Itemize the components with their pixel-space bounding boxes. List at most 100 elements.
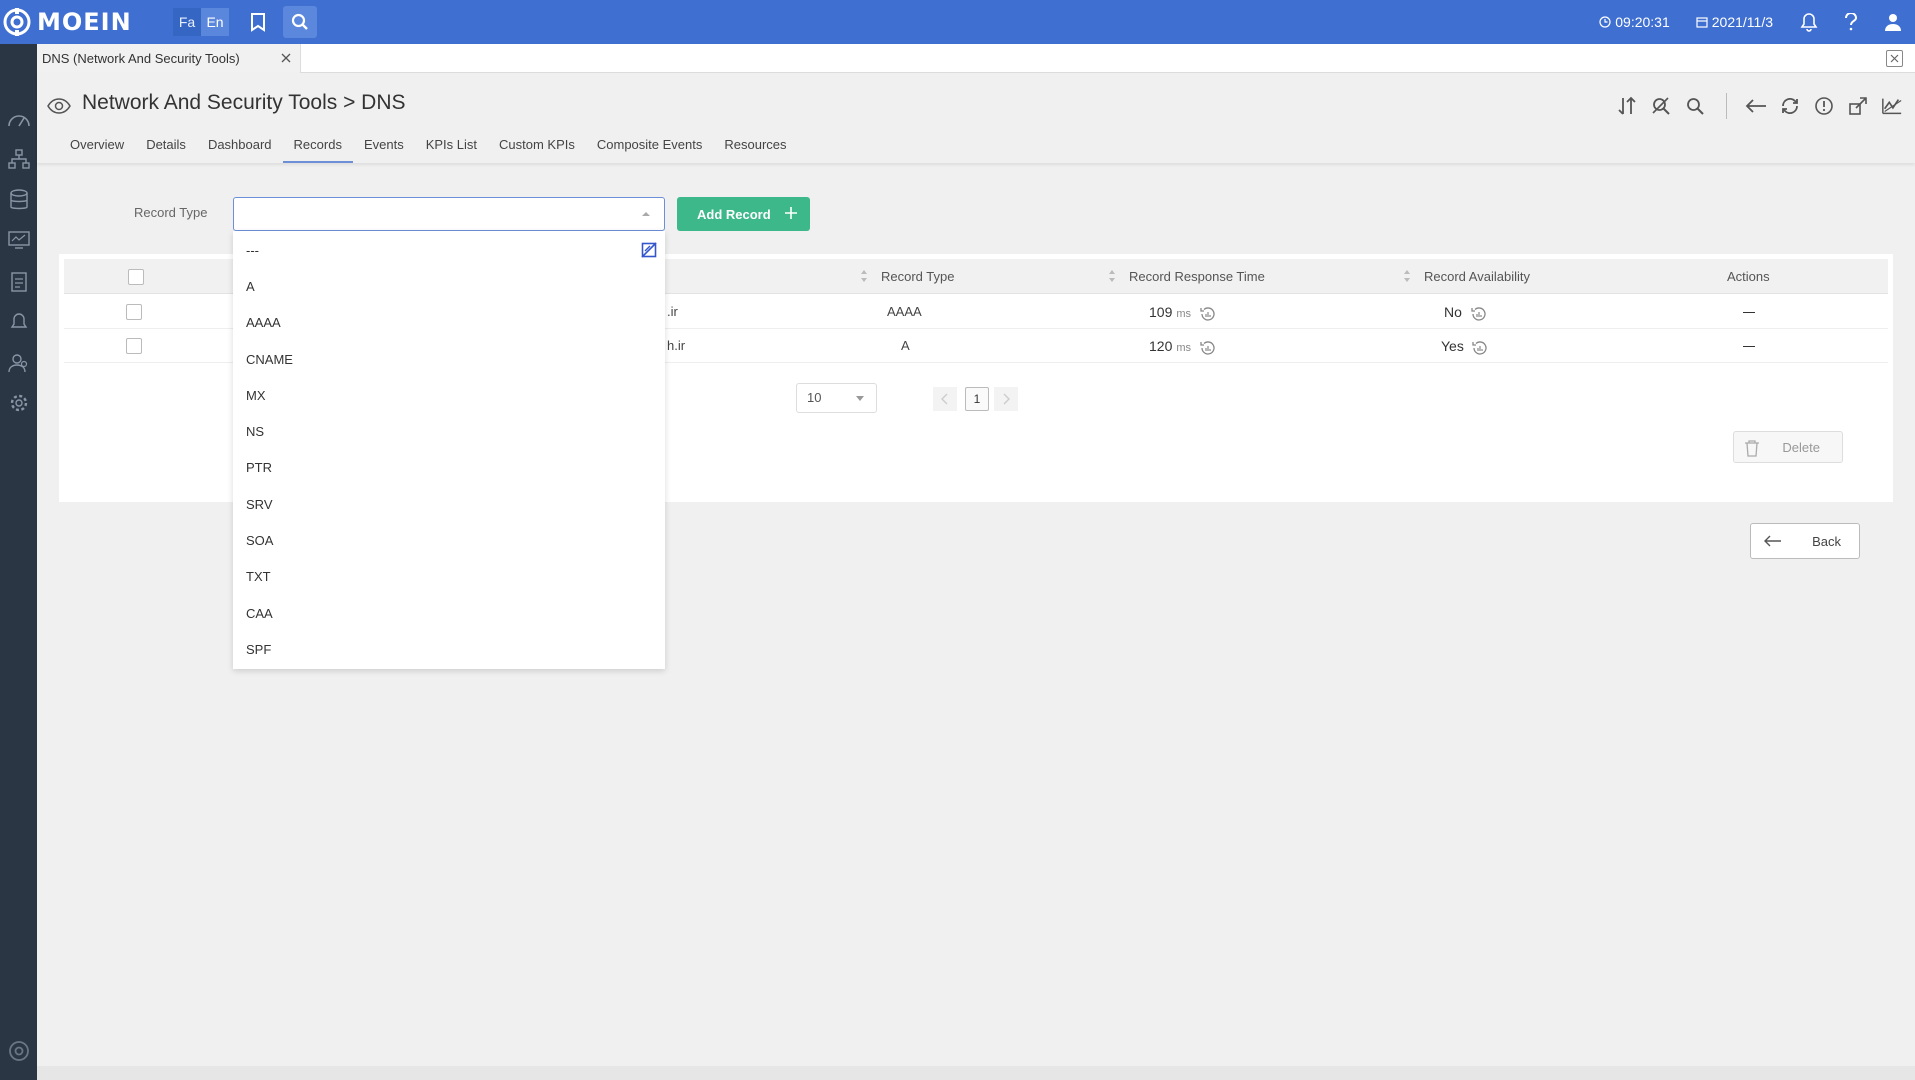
app-logo[interactable]: MOEIN [2, 7, 152, 37]
option-caa[interactable]: CAA [246, 604, 273, 624]
tab-dashboard[interactable]: Dashboard [197, 135, 283, 163]
column-record-type[interactable]: Record Type [881, 259, 954, 294]
chart-button[interactable] [1881, 95, 1903, 117]
history-chart-icon[interactable] [1199, 339, 1217, 357]
next-page-button[interactable] [994, 387, 1018, 411]
search-icon [291, 13, 308, 30]
record-type-dropdown: --- A AAAA CNAME MX NS PTR SRV SOA TXT C… [233, 231, 665, 669]
back-label: Back [1812, 534, 1841, 549]
clock-icon [1599, 16, 1611, 28]
history-chart-icon[interactable] [1470, 305, 1488, 323]
bell-icon [1800, 13, 1818, 32]
top-bar: MOEIN Fa En 09:20:31 2021/11/3 [0, 0, 1915, 44]
bookmark-button[interactable] [241, 6, 275, 38]
back-arrow-button[interactable] [1745, 95, 1767, 117]
help-button[interactable] [1841, 12, 1861, 32]
eye-icon[interactable] [47, 97, 71, 115]
row-actions[interactable] [1743, 295, 1755, 329]
tab-kpis-list[interactable]: KPIs List [415, 135, 488, 163]
option-mx[interactable]: MX [246, 386, 266, 406]
lang-en-button[interactable]: En [201, 8, 229, 36]
record-availability: Yes [1441, 329, 1489, 363]
sort-arrows-icon[interactable] [860, 268, 868, 284]
user-button[interactable] [1883, 12, 1903, 32]
column-response-time[interactable]: Record Response Time [1129, 259, 1265, 294]
option-ptr[interactable]: PTR [246, 458, 272, 478]
rail-topology-button[interactable] [6, 146, 31, 171]
option-a[interactable]: A [246, 277, 255, 297]
notifications-button[interactable] [1799, 12, 1819, 32]
alarm-icon [10, 312, 27, 328]
lang-fa-button[interactable]: Fa [173, 8, 201, 36]
select-all-checkbox[interactable] [128, 269, 144, 285]
search-button[interactable] [1684, 95, 1706, 117]
close-all-tabs-button[interactable] [1886, 50, 1903, 67]
history-chart-icon[interactable] [1471, 339, 1489, 357]
option-txt[interactable]: TXT [246, 567, 271, 587]
chevron-up-icon [642, 212, 650, 216]
rail-reports-button[interactable] [6, 268, 31, 293]
sort-arrows-icon[interactable] [1108, 268, 1116, 284]
record-type-select[interactable] [233, 197, 665, 231]
arrow-left-icon [1764, 535, 1781, 547]
date: 2021/11/3 [1696, 14, 1773, 30]
refresh-button[interactable] [1779, 95, 1801, 117]
tab-dns[interactable]: DNS (Network And Security Tools) [37, 44, 301, 73]
response-value: 120 [1149, 338, 1173, 354]
prev-page-button[interactable] [933, 387, 957, 411]
chevron-left-icon [941, 393, 948, 405]
option-soa[interactable]: SOA [246, 531, 273, 551]
add-record-button[interactable]: Add Record [677, 197, 810, 231]
delete-button[interactable]: Delete [1733, 431, 1843, 463]
back-button[interactable]: Back [1750, 523, 1860, 559]
tab-custom-kpis[interactable]: Custom KPIs [488, 135, 586, 163]
option-cname[interactable]: CNAME [246, 350, 293, 370]
history-chart-icon[interactable] [1199, 305, 1217, 323]
export-icon [1849, 97, 1867, 115]
gauge-icon [7, 114, 30, 126]
export-button[interactable] [1847, 95, 1869, 117]
option-ns[interactable]: NS [246, 422, 264, 442]
rail-alerts-button[interactable] [6, 309, 31, 334]
record-response-time: 109 ms [1149, 295, 1217, 329]
toolbar-divider [1726, 93, 1727, 119]
tab-overview[interactable]: Overview [59, 135, 135, 163]
sort-arrows-icon[interactable] [1403, 268, 1411, 284]
page-size-select[interactable]: 10 [796, 383, 877, 413]
column-availability[interactable]: Record Availability [1424, 259, 1530, 294]
tab-details[interactable]: Details [135, 135, 197, 163]
row-checkbox[interactable] [126, 304, 142, 320]
clear-filter-icon[interactable] [641, 242, 657, 258]
tab-records[interactable]: Records [282, 135, 354, 163]
option-spf[interactable]: SPF [246, 640, 271, 660]
option-aaaa[interactable]: AAAA [246, 313, 281, 333]
row-checkbox[interactable] [126, 338, 142, 354]
rail-settings-button[interactable] [6, 390, 31, 415]
record-name: h.ir [667, 338, 686, 353]
sort-button[interactable] [1616, 95, 1638, 117]
tab-events[interactable]: Events [353, 135, 415, 163]
rail-monitor-button[interactable] [6, 227, 31, 252]
info-button[interactable] [1813, 95, 1835, 117]
rail-dashboard-button[interactable] [6, 106, 31, 131]
response-unit: ms [1176, 342, 1192, 354]
record-availability: No [1444, 295, 1488, 329]
close-icon[interactable] [280, 52, 292, 64]
availability-value: Yes [1441, 338, 1464, 354]
page-header: Network And Security Tools > DNS Overvie… [37, 73, 1915, 163]
rail-users-button[interactable] [6, 350, 31, 375]
search-button[interactable] [283, 6, 317, 38]
tab-composite-events[interactable]: Composite Events [586, 135, 714, 163]
tab-resources[interactable]: Resources [713, 135, 797, 163]
search-off-button[interactable] [1650, 95, 1672, 117]
option-none[interactable]: --- [246, 241, 259, 261]
option-srv[interactable]: SRV [246, 495, 273, 515]
rail-database-button[interactable] [6, 187, 31, 212]
search-off-icon [1652, 97, 1670, 115]
current-time: 09:20:31 [1615, 14, 1670, 30]
search-icon [1687, 98, 1704, 115]
bottom-scrollbar[interactable] [37, 1066, 1915, 1080]
row-actions[interactable] [1743, 329, 1755, 363]
page-number-button[interactable]: 1 [965, 387, 989, 411]
calendar-icon [1696, 17, 1708, 28]
